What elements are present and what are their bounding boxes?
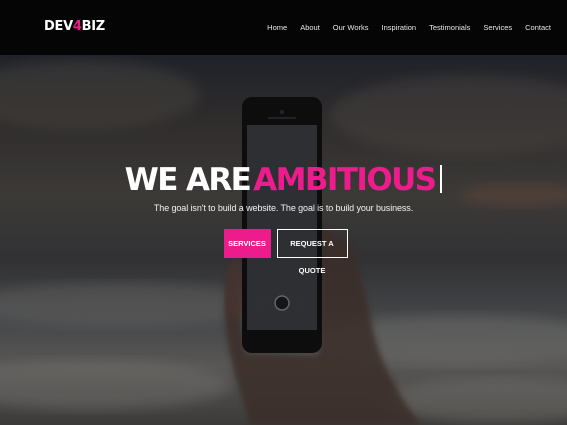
headline-accent-text: AMBITIOUS (253, 162, 437, 198)
nav-our-works[interactable]: Our Works (333, 23, 369, 32)
nav-about[interactable]: About (300, 23, 320, 32)
nav-services[interactable]: Services (483, 23, 512, 32)
nav-home[interactable]: Home (267, 23, 287, 32)
services-button[interactable]: SERVICES (223, 229, 271, 258)
nav-menu: Home About Our Works Inspiration Testimo… (254, 23, 551, 32)
nav-testimonials[interactable]: Testimonials (429, 23, 470, 32)
hero-buttons: SERVICES REQUEST A QUOTE (0, 229, 567, 275)
hero-content: WE AREAMBITIOUS The goal isn't to build … (0, 157, 567, 275)
hero-subtitle: The goal isn't to build a website. The g… (153, 203, 414, 213)
logo-prefix: DEV (44, 19, 73, 34)
navbar: DEV4BIZ Home About Our Works Inspiration… (0, 0, 567, 55)
hero-section: WE AREAMBITIOUS The goal isn't to build … (0, 55, 567, 425)
typing-cursor (440, 165, 443, 193)
logo-suffix: BIZ (81, 19, 106, 34)
logo[interactable]: DEV4BIZ (44, 19, 105, 34)
nav-inspiration[interactable]: Inspiration (382, 23, 417, 32)
hero-headline: WE AREAMBITIOUS (0, 157, 567, 203)
request-quote-button[interactable]: REQUEST A QUOTE (276, 229, 348, 275)
logo-accent: 4 (72, 19, 82, 34)
nav-contact[interactable]: Contact (525, 23, 551, 32)
headline-white-text: WE ARE (124, 162, 252, 198)
